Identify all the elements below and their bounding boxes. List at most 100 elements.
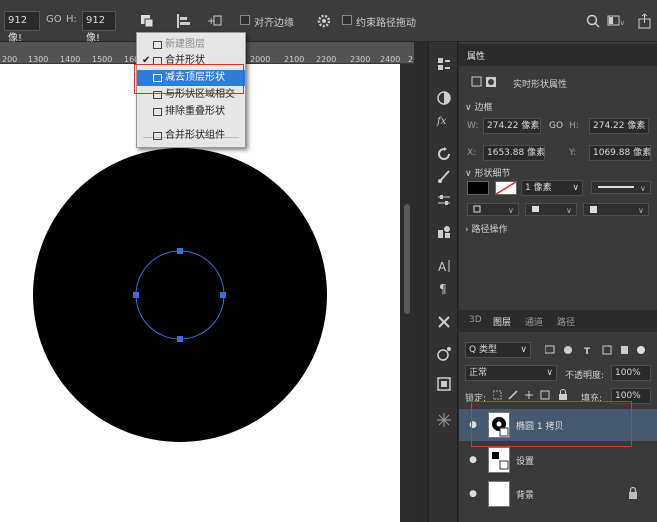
right-panel-dock: 属性 实时形状属性 ∨ 边框 W: 274.22 像素 GO H: 274.22… bbox=[459, 42, 657, 522]
rotate-icon[interactable] bbox=[436, 146, 452, 162]
gear-icon[interactable] bbox=[316, 12, 334, 30]
vertical-scrollbar[interactable] bbox=[400, 64, 414, 522]
stroke-width-input[interactable]: 1 像素 ∨ bbox=[521, 180, 583, 196]
width-input[interactable]: 274.22 像素 bbox=[483, 118, 541, 134]
layer-row-settings[interactable]: ● 设置 bbox=[459, 444, 657, 476]
svg-text:v: v bbox=[620, 18, 624, 27]
constrain-path-checkbox[interactable] bbox=[342, 15, 352, 25]
tab-layers[interactable]: 图层 bbox=[493, 315, 511, 328]
share-icon[interactable] bbox=[636, 12, 654, 30]
y-input[interactable]: 1069.88 像素 bbox=[589, 145, 651, 161]
search-icon[interactable] bbox=[584, 12, 602, 30]
character-icon[interactable]: A bbox=[436, 258, 452, 274]
layer-name: 设置 bbox=[516, 457, 535, 467]
annotation-layer-highlight bbox=[471, 401, 632, 447]
ruler-tick: 2400 bbox=[380, 55, 401, 64]
layers-tab-bar: 3D 图层 通道 路径 bbox=[459, 310, 657, 332]
history-icon[interactable] bbox=[436, 56, 452, 72]
black-circle-shape[interactable] bbox=[33, 148, 327, 442]
ruler-tick: 2200 bbox=[316, 55, 337, 64]
opacity-input[interactable]: 100% bbox=[611, 365, 651, 381]
tools-icon[interactable] bbox=[436, 314, 452, 330]
ruler-tick: 2000 bbox=[250, 55, 271, 64]
stroke-caps-dropdown[interactable]: ∨ bbox=[525, 203, 577, 216]
menu-item-label: 排除重叠形状 bbox=[165, 106, 225, 117]
stroke-corners-dropdown[interactable]: ∨ bbox=[583, 203, 649, 216]
panel-icon-strip: fx A ¶ bbox=[428, 42, 458, 522]
align-edges-checkbox[interactable] bbox=[240, 15, 250, 25]
svg-text:∨: ∨ bbox=[566, 206, 572, 215]
x-label: X: bbox=[467, 148, 477, 158]
color-icon[interactable] bbox=[436, 90, 452, 106]
annotation-highlight-box bbox=[134, 64, 244, 94]
adjust-sliders-icon[interactable] bbox=[436, 192, 452, 208]
layer-filter-dropdown[interactable]: Q 类型 ∨ bbox=[465, 342, 531, 358]
fx-icon[interactable]: fx bbox=[436, 112, 452, 128]
menu-item-label: 合并形状组件 bbox=[165, 130, 225, 141]
chevron-down-icon: ∨ bbox=[520, 345, 527, 355]
opacity-label: 不透明度: bbox=[565, 371, 605, 381]
path-ops-label: 路径操作 bbox=[471, 225, 508, 235]
frame-icon[interactable] bbox=[436, 376, 452, 392]
layer-thumbnail bbox=[488, 481, 510, 507]
height-input[interactable]: 274.22 像素 bbox=[589, 118, 649, 134]
stroke-type-dropdown[interactable]: ∨ bbox=[591, 181, 651, 194]
brush-icon[interactable] bbox=[436, 168, 452, 184]
link-dimensions-icon[interactable]: GO bbox=[46, 14, 62, 25]
svg-text:∨: ∨ bbox=[508, 206, 514, 215]
menu-item-label: 新建图层 bbox=[165, 39, 205, 50]
x-input[interactable]: 1653.88 像素 bbox=[483, 145, 545, 161]
path-anchor-right[interactable] bbox=[220, 292, 226, 298]
workspace-icon[interactable]: v bbox=[606, 12, 625, 30]
path-operations-icon[interactable] bbox=[138, 12, 156, 30]
width-field[interactable]: 912 像! bbox=[4, 11, 40, 44]
menu-item-merge-components[interactable]: 合并形状组件 bbox=[137, 128, 245, 144]
layer-row-background[interactable]: ● 背景 bbox=[459, 478, 657, 510]
tab-paths[interactable]: 路径 bbox=[557, 315, 575, 328]
layer-thumbnail bbox=[488, 447, 510, 473]
ruler-tick: 1400 bbox=[60, 55, 81, 64]
visibility-eye-icon[interactable]: ● bbox=[467, 454, 479, 466]
chevron-down-icon: ∨ bbox=[572, 183, 579, 193]
stroke-align-dropdown[interactable]: ∨ bbox=[467, 203, 519, 216]
fill-color-swatch[interactable] bbox=[467, 181, 489, 195]
blend-mode-value: 正常 bbox=[469, 368, 488, 378]
paragraph-icon[interactable]: ¶ bbox=[436, 280, 452, 296]
new-layer-icon bbox=[153, 41, 162, 49]
height-field[interactable]: 912 像! bbox=[82, 11, 116, 44]
blend-mode-dropdown[interactable]: 正常 ∨ bbox=[465, 365, 557, 381]
shape-details-toggle[interactable]: ∨ 形状细节 bbox=[465, 166, 510, 179]
path-alignment-icon[interactable] bbox=[174, 12, 192, 30]
scrollbar-thumb[interactable] bbox=[404, 204, 410, 314]
tab-properties[interactable]: 属性 bbox=[467, 49, 485, 62]
svg-text:T: T bbox=[584, 347, 591, 356]
ruler-tick: 2100 bbox=[284, 55, 305, 64]
y-label: Y: bbox=[569, 148, 577, 158]
svg-text:fx: fx bbox=[436, 116, 447, 127]
tab-3d[interactable]: 3D bbox=[469, 315, 482, 325]
live-shape-icon bbox=[471, 76, 497, 91]
navigator-icon[interactable] bbox=[436, 346, 452, 362]
visibility-eye-icon[interactable]: ● bbox=[467, 488, 479, 500]
path-anchor-top[interactable] bbox=[177, 248, 183, 254]
tab-channels[interactable]: 通道 bbox=[525, 315, 543, 328]
link-dimensions-icon[interactable]: GO bbox=[549, 121, 563, 131]
path-anchor-left[interactable] bbox=[133, 292, 139, 298]
filter-type-icons[interactable]: T bbox=[544, 344, 645, 359]
stroke-color-swatch[interactable] bbox=[495, 181, 517, 195]
exclude-overlap-icon bbox=[153, 108, 162, 116]
sparkle-icon[interactable] bbox=[436, 412, 452, 428]
ruler-tick: 200 bbox=[2, 55, 18, 64]
menu-item-exclude-overlap[interactable]: 排除重叠形状 bbox=[137, 104, 245, 120]
path-ops-toggle[interactable]: › 路径操作 bbox=[465, 222, 507, 235]
shape-details-label: 形状细节 bbox=[474, 169, 511, 179]
path-arrangement-icon[interactable]: + bbox=[206, 12, 224, 30]
clone-source-icon[interactable] bbox=[436, 224, 452, 240]
layer-filter-label: Q 类型 bbox=[469, 345, 497, 355]
bounds-section-toggle[interactable]: ∨ 边框 bbox=[465, 100, 492, 113]
lock-icon bbox=[627, 486, 639, 503]
align-edges-label: 对齐边缘 bbox=[254, 18, 294, 29]
menu-item-new-layer[interactable]: 新建图层 bbox=[137, 37, 245, 53]
w-label: W: bbox=[467, 121, 479, 131]
path-anchor-bottom[interactable] bbox=[177, 336, 183, 342]
